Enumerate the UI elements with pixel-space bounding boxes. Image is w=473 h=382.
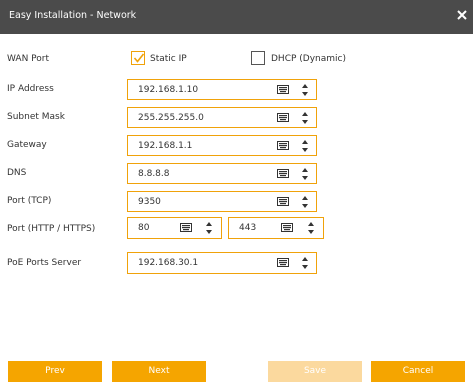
subnet-mask-field[interactable]: 255.255.255.0 [127,107,317,128]
dns-label: DNS [7,168,27,178]
cancel-button[interactable]: Cancel [371,361,465,382]
keyboard-icon[interactable] [277,258,289,267]
port-tcp-field[interactable]: 9350 [127,191,317,212]
ip-address-label: IP Address [7,84,54,94]
gateway-field[interactable]: 192.168.1.1 [127,135,317,156]
keyboard-icon[interactable] [277,169,289,178]
spinner-icon[interactable] [300,137,310,154]
poe-server-field[interactable]: 192.168.30.1 [127,252,317,274]
spinner-icon[interactable] [300,193,310,210]
static-ip-label: Static IP [150,54,187,64]
prev-button[interactable]: Prev [8,361,102,382]
dns-field[interactable]: 8.8.8.8 [127,163,317,184]
dns-value: 8.8.8.8 [138,169,170,179]
wan-port-label: WAN Port [7,54,49,64]
gateway-label: Gateway [7,140,47,150]
spinner-icon[interactable] [300,254,310,271]
keyboard-icon[interactable] [277,85,289,94]
next-button[interactable]: Next [112,361,206,382]
save-button[interactable]: Save [268,361,362,382]
subnet-mask-label: Subnet Mask [7,112,65,122]
https-port-value: 443 [239,223,257,233]
spinner-icon[interactable] [306,219,316,236]
keyboard-icon[interactable] [281,223,293,232]
https-port-field[interactable]: 443 [228,217,324,239]
static-ip-checkbox[interactable] [131,51,145,65]
dhcp-label: DHCP (Dynamic) [271,54,346,64]
title-bar: Easy Installation - Network [0,0,473,34]
spinner-icon[interactable] [300,165,310,182]
window-title: Easy Installation - Network [9,10,137,21]
keyboard-icon[interactable] [277,197,289,206]
port-tcp-label: Port (TCP) [7,196,52,206]
gateway-value: 192.168.1.1 [138,141,193,151]
spinner-icon[interactable] [300,81,310,98]
ip-address-value: 192.168.1.10 [138,85,199,95]
http-port-field[interactable]: 80 [127,217,222,239]
spinner-icon[interactable] [204,219,214,236]
keyboard-icon[interactable] [277,141,289,150]
dhcp-checkbox[interactable] [251,51,265,65]
http-port-value: 80 [138,223,150,233]
ip-address-field[interactable]: 192.168.1.10 [127,79,317,100]
close-icon[interactable] [454,6,470,24]
port-tcp-value: 9350 [138,197,161,207]
checkmark-icon [133,53,145,63]
spinner-icon[interactable] [300,109,310,126]
poe-server-label: PoE Ports Server [7,258,82,268]
poe-server-value: 192.168.30.1 [138,258,199,268]
keyboard-icon[interactable] [180,223,192,232]
port-http-label: Port (HTTP / HTTPS) [7,224,96,234]
keyboard-icon[interactable] [277,113,289,122]
subnet-mask-value: 255.255.255.0 [138,113,204,123]
